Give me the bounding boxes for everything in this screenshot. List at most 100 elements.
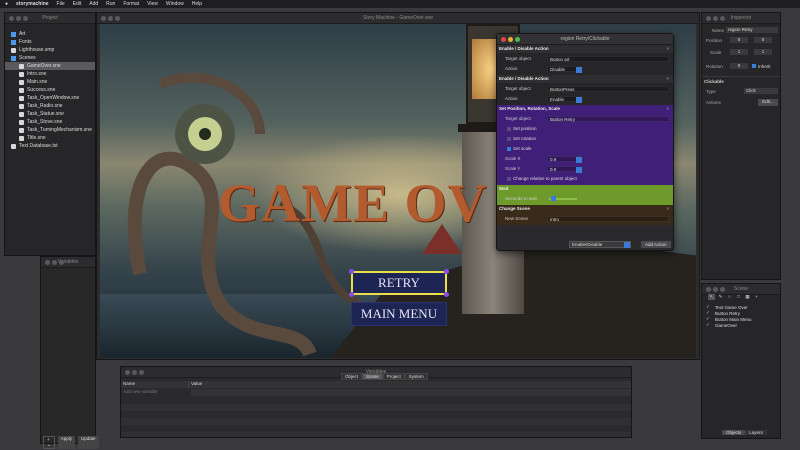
action-row: Target object Button Retry bbox=[497, 114, 673, 124]
selection-handle[interactable] bbox=[444, 269, 449, 274]
position-y-field[interactable]: 0 bbox=[754, 37, 772, 43]
slider-knob[interactable] bbox=[551, 196, 557, 201]
action-header[interactable]: Change Scene × bbox=[497, 205, 673, 213]
scale-x-field[interactable]: 1 bbox=[730, 49, 748, 55]
action-type-select[interactable]: Enable/Disable bbox=[569, 241, 631, 248]
type-select[interactable]: Click bbox=[744, 88, 778, 94]
checkbox[interactable] bbox=[507, 137, 511, 141]
rotation-field[interactable]: 0 bbox=[730, 63, 748, 69]
chevron-down-icon bbox=[576, 67, 582, 73]
retry-button[interactable]: RETRY bbox=[349, 269, 449, 297]
apple-icon[interactable]: ● bbox=[5, 0, 8, 8]
visibility-check-icon[interactable]: ✓ bbox=[706, 322, 712, 328]
action-header[interactable]: Wait × bbox=[497, 185, 673, 193]
shape-icon[interactable]: ○ bbox=[726, 294, 733, 300]
menu-format[interactable]: Format bbox=[123, 0, 139, 8]
tree-item[interactable]: Lighthouse.smp bbox=[5, 46, 95, 54]
grid-icon[interactable]: ▦ bbox=[744, 294, 751, 300]
add-icon[interactable]: + bbox=[753, 294, 760, 300]
tree-item[interactable]: Intro.sne bbox=[5, 70, 95, 78]
object-item[interactable]: ✓ GameOver bbox=[706, 322, 780, 328]
folder-icon[interactable]: □ bbox=[735, 294, 742, 300]
tree-item[interactable]: Success.sne bbox=[5, 86, 95, 94]
select-field[interactable]: 0.9 bbox=[547, 166, 583, 173]
tree-item-label: GameOver.sne bbox=[27, 63, 61, 69]
tab-scene[interactable]: Scene bbox=[362, 373, 383, 380]
menu-run[interactable]: Run bbox=[106, 0, 115, 8]
menu-window[interactable]: Window bbox=[166, 0, 184, 8]
text-field[interactable]: Intro bbox=[547, 216, 669, 222]
selection-handle[interactable] bbox=[349, 292, 354, 297]
action-body: Seconds to wait bbox=[497, 193, 673, 205]
menu-view[interactable]: View bbox=[147, 0, 158, 8]
menu-file[interactable]: File bbox=[57, 0, 65, 8]
checkbox[interactable] bbox=[507, 177, 511, 181]
tree-item[interactable]: Art bbox=[5, 30, 95, 38]
scene-file-icon bbox=[19, 95, 24, 101]
tab-objects[interactable]: Objects bbox=[722, 430, 746, 435]
main-menu-button[interactable]: MAIN MENU bbox=[351, 302, 447, 326]
add-variable-input[interactable]: Add new variable bbox=[121, 389, 189, 396]
tree-item[interactable]: Task_OpenWindow.sne bbox=[5, 94, 95, 102]
close-icon[interactable]: × bbox=[666, 75, 669, 83]
tree-item[interactable]: Task_Statue.sne bbox=[5, 110, 95, 118]
menu-help[interactable]: Help bbox=[192, 0, 202, 8]
menu-edit[interactable]: Edit bbox=[73, 0, 82, 8]
checkbox[interactable] bbox=[507, 127, 511, 131]
tree-item[interactable]: Task_TurningMechanism.sne bbox=[5, 126, 95, 134]
dropdown-icon[interactable]: + ⌄ bbox=[43, 436, 55, 449]
retry-label: RETRY bbox=[378, 275, 420, 290]
position-x-field[interactable]: 0 bbox=[730, 37, 748, 43]
tree-item[interactable]: Task_Stove.sne bbox=[5, 118, 95, 126]
tree-item[interactable]: Scenes bbox=[5, 54, 95, 62]
action-header[interactable]: Set Position, Rotation, Scale × bbox=[497, 105, 673, 113]
app-name[interactable]: storymachine bbox=[16, 0, 49, 8]
scale-y-field[interactable]: 1 bbox=[754, 49, 772, 55]
close-icon[interactable]: × bbox=[666, 105, 669, 113]
game-over-text[interactable]: GAME OV bbox=[218, 172, 488, 234]
selection-handle[interactable] bbox=[349, 269, 354, 274]
pen-icon[interactable]: ✎ bbox=[717, 294, 724, 300]
variable-value-field[interactable] bbox=[191, 389, 631, 396]
selection-handle[interactable] bbox=[444, 292, 449, 297]
select-field[interactable]: Disable bbox=[547, 66, 583, 73]
text-field[interactable]: Button Retry bbox=[547, 116, 669, 122]
action-header[interactable]: Enable / Disable Action × bbox=[497, 45, 673, 53]
select-field[interactable]: Enable bbox=[547, 96, 583, 103]
update-button[interactable]: Update bbox=[78, 436, 99, 449]
close-icon[interactable]: × bbox=[666, 205, 669, 213]
menu-add[interactable]: Add bbox=[89, 0, 98, 8]
tree-item[interactable]: Text Database.txt bbox=[5, 142, 95, 150]
text-field[interactable]: ButtonPress bbox=[547, 86, 669, 92]
tree-item[interactable]: Task_Radio.sne bbox=[5, 102, 95, 110]
close-icon[interactable]: × bbox=[666, 185, 669, 193]
folder-icon bbox=[11, 39, 16, 45]
tree-item[interactable]: Fonts bbox=[5, 38, 95, 46]
field-label: Scale Y bbox=[505, 166, 521, 171]
name-input[interactable]: region Retry bbox=[726, 27, 778, 33]
tree-item[interactable]: GameOver.sne bbox=[5, 62, 95, 70]
tree-item[interactable]: Title.sne bbox=[5, 134, 95, 142]
variables-tabs: Object Scene Project System bbox=[341, 373, 428, 380]
checkbox[interactable] bbox=[507, 147, 511, 151]
scene-file-icon bbox=[19, 135, 24, 141]
tab-layers[interactable]: Layers bbox=[745, 430, 767, 435]
text-field[interactable]: Button art bbox=[547, 56, 669, 62]
pointer-icon[interactable]: ↖ bbox=[708, 294, 715, 300]
inherit-checkbox[interactable] bbox=[752, 64, 756, 68]
action-header[interactable]: Enable / Disable Action × bbox=[497, 75, 673, 83]
file-icon bbox=[11, 47, 16, 53]
tab-system[interactable]: System bbox=[404, 373, 428, 380]
scene-file-icon bbox=[19, 87, 24, 93]
wait-slider[interactable] bbox=[549, 196, 577, 201]
close-icon[interactable]: × bbox=[666, 45, 669, 53]
add-variable-row[interactable]: Add new variable bbox=[121, 389, 631, 396]
tab-object[interactable]: Object bbox=[341, 373, 363, 380]
select-field[interactable]: 0.9 bbox=[547, 156, 583, 163]
tab-project[interactable]: Project bbox=[382, 373, 405, 380]
add-action-button[interactable]: Add Action bbox=[641, 241, 671, 248]
apply-button[interactable]: Apply bbox=[57, 436, 76, 449]
tree-item[interactable]: Main.sne bbox=[5, 78, 95, 86]
scene-file-icon bbox=[19, 127, 24, 133]
edit-actions-button[interactable]: Edit... bbox=[758, 99, 778, 106]
